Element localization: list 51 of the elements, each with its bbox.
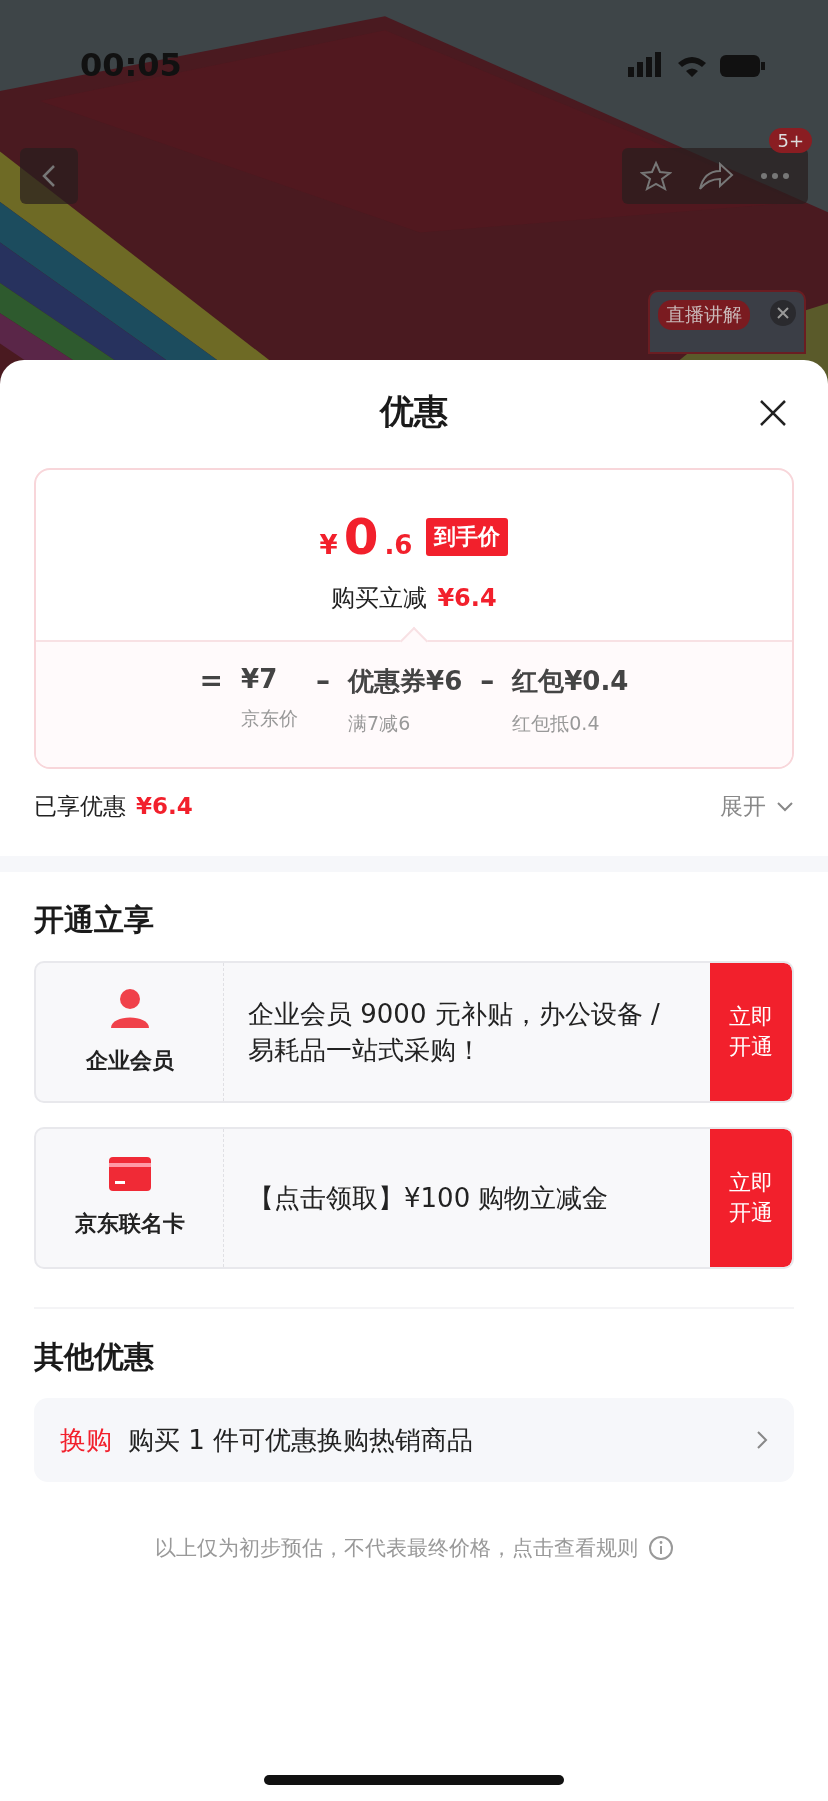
final-price: 0 <box>343 508 379 566</box>
offer-description: 企业会员 9000 元补贴，办公设备 / 易耗品一站式采购！ <box>247 998 661 1067</box>
expand-toggle[interactable]: 展开 <box>720 791 794 822</box>
saving-label: 购买立减 <box>331 583 428 614</box>
breakdown-note: 京东价 <box>241 706 299 731</box>
live-preview[interactable]: 直播讲解 <box>648 290 806 354</box>
sheet-title: 优惠 <box>380 390 448 433</box>
operator-sign: = <box>199 664 224 699</box>
breakdown-value: ¥7 <box>241 664 279 694</box>
info-icon[interactable] <box>647 1535 674 1561</box>
operator-sign: – <box>480 664 495 699</box>
battery-icon <box>720 55 765 77</box>
saving-value: ¥6.4 <box>437 584 497 612</box>
share-icon[interactable] <box>698 161 734 191</box>
membership-offer-card[interactable]: 京东联名卡 【点击领取】¥100 购物立减金 立即开通 <box>34 1127 794 1269</box>
status-time: 00:05 <box>80 46 182 84</box>
enjoyed-value: ¥6.4 <box>136 793 193 819</box>
person-icon <box>108 988 151 1028</box>
breakdown-note: 红包抵0.4 <box>512 711 601 736</box>
section-title: 开通立享 <box>34 901 155 939</box>
enjoyed-label: 已享优惠 <box>34 792 126 821</box>
chevron-icon <box>776 800 794 813</box>
membership-offer-card[interactable]: 企业会员 企业会员 9000 元补贴，办公设备 / 易耗品一站式采购！ 立即开通 <box>34 961 794 1103</box>
currency-sign: ¥ <box>319 530 338 560</box>
offer-description: 【点击领取】¥100 购物立减金 <box>247 1182 610 1215</box>
breakdown-value: 红包¥0.4 <box>512 665 629 698</box>
offer-name: 京东联名卡 <box>74 1210 185 1238</box>
breakdown-value: 优惠券¥6 <box>348 665 463 698</box>
section-title: 其他优惠 <box>34 1338 155 1376</box>
activate-button[interactable]: 立即开通 <box>710 1129 792 1267</box>
offer-name: 企业会员 <box>85 1047 174 1075</box>
signal-icon <box>628 52 661 77</box>
close-icon[interactable] <box>758 398 788 428</box>
star-icon[interactable] <box>640 160 672 192</box>
activate-button[interactable]: 立即开通 <box>710 963 792 1101</box>
chevron-right-icon <box>756 1430 768 1450</box>
back-icon <box>42 164 56 188</box>
credit-card-icon <box>108 1157 151 1191</box>
other-offer-row[interactable]: 换购 购买 1 件可优惠换购热销商品 <box>34 1398 794 1482</box>
operator-sign: – <box>316 664 331 699</box>
disclaimer-link[interactable]: 以上仅为初步预估，不代表最终价格，点击查看规则 <box>154 1534 638 1562</box>
price-tag: 到手价 <box>426 518 509 556</box>
price-decimal: .6 <box>384 530 413 560</box>
back-button[interactable] <box>20 148 78 204</box>
live-tag: 直播讲解 <box>658 300 750 330</box>
more-icon[interactable] <box>760 172 790 180</box>
offer-text: 购买 1 件可优惠换购热销商品 <box>128 1423 475 1457</box>
offer-tag: 换购 <box>60 1422 112 1458</box>
wifi-icon <box>678 57 706 77</box>
notification-badge: 5+ <box>769 128 812 153</box>
breakdown-note: 满7减6 <box>348 711 412 736</box>
